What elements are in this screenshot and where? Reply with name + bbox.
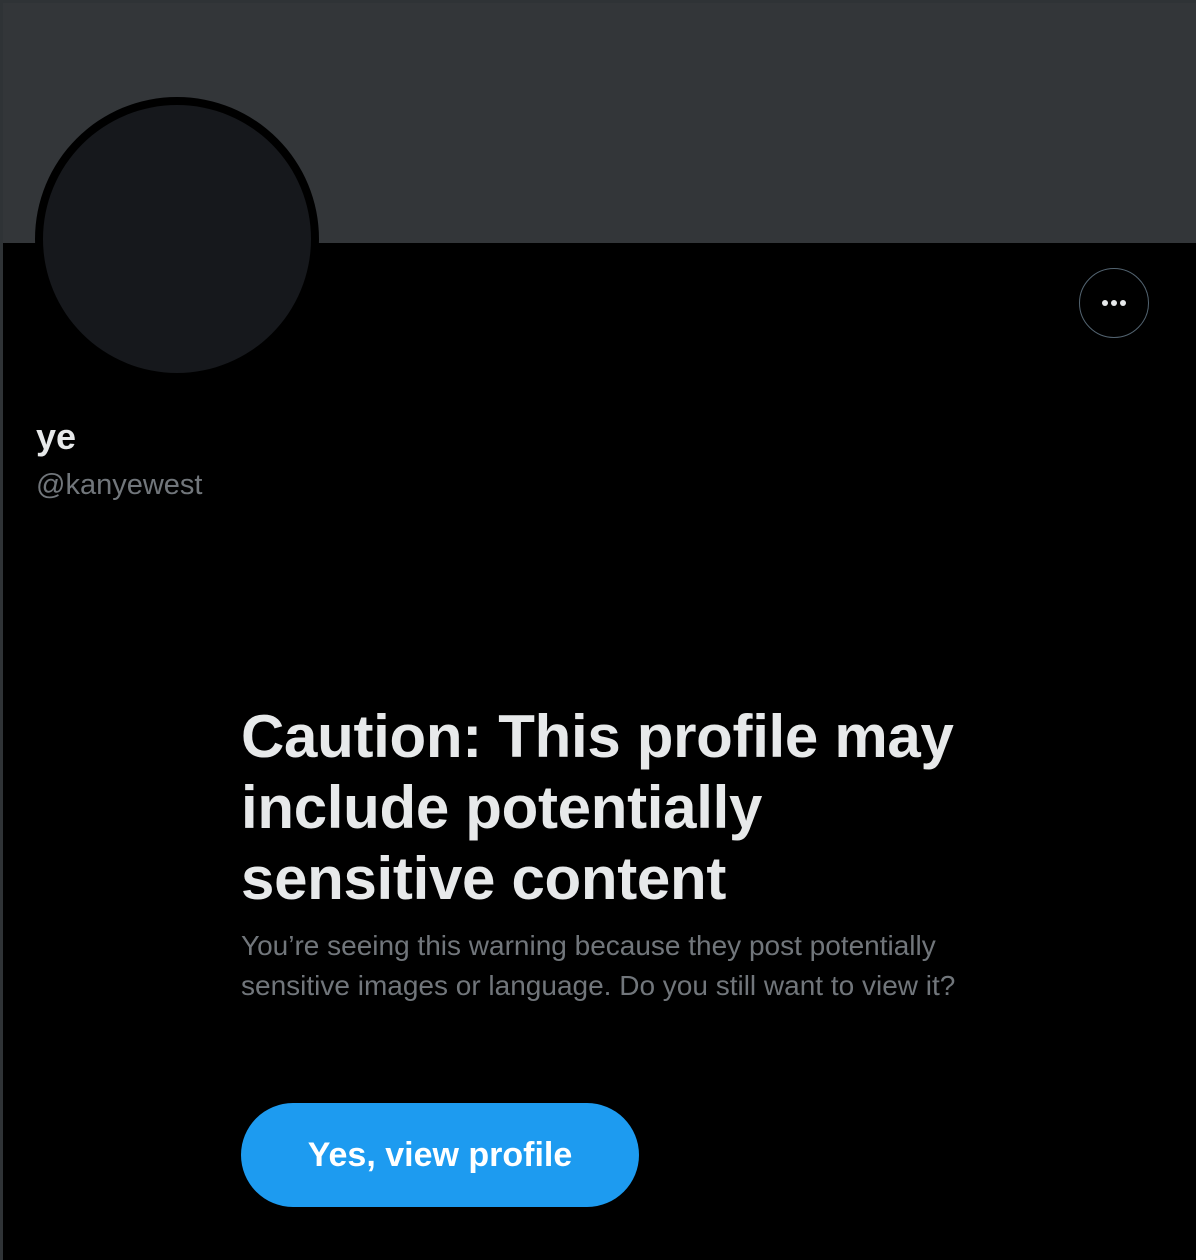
avatar[interactable] xyxy=(43,105,311,373)
profile-display-name: ye xyxy=(36,416,77,457)
avatar-frame xyxy=(35,97,319,381)
profile-page: ye @kanyewest Caution: This profile may … xyxy=(0,0,1196,1260)
view-profile-button[interactable]: Yes, view profile xyxy=(241,1103,639,1207)
more-horizontal-icon xyxy=(1101,299,1127,307)
sensitive-content-warning: Caution: This profile may include potent… xyxy=(241,701,1001,1006)
warning-description: You’re seeing this warning because they … xyxy=(241,930,956,1001)
more-options-button[interactable] xyxy=(1079,268,1149,338)
warning-title: Caution: This profile may include potent… xyxy=(241,703,954,912)
profile-handle: @kanyewest xyxy=(36,469,203,501)
